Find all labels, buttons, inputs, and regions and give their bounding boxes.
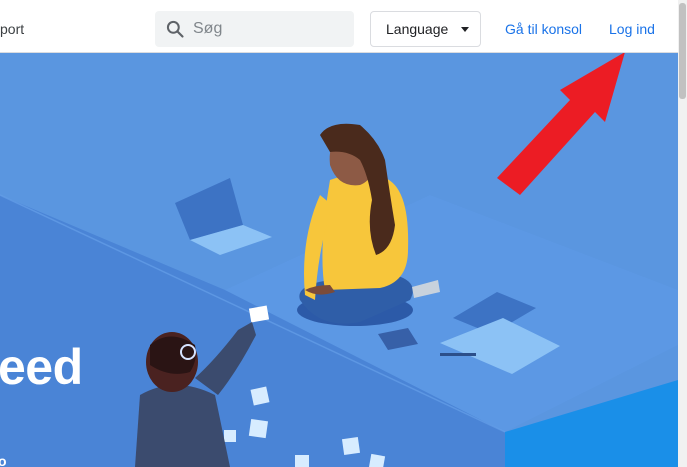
brand-name-fragment[interactable]: port [0,21,24,37]
hero-headline: eed [0,339,83,395]
language-selector-button[interactable]: Language [370,11,481,47]
go-to-console-link[interactable]: Gå til konsol [505,21,582,37]
hero-banner: eed o [0,53,678,467]
scrollbar-thumb[interactable] [679,3,686,99]
caret-down-icon [461,27,469,32]
sign-in-link[interactable]: Log ind [609,21,655,37]
hero-subline: o [0,453,7,467]
search-input[interactable] [193,11,348,47]
search-icon[interactable] [165,19,185,39]
top-navigation-bar: port Language Gå til konsol Log ind [0,0,687,53]
language-label: Language [386,21,449,37]
vertical-scrollbar[interactable] [678,0,687,467]
hero-illustration [0,53,678,467]
search-box[interactable] [155,11,354,47]
